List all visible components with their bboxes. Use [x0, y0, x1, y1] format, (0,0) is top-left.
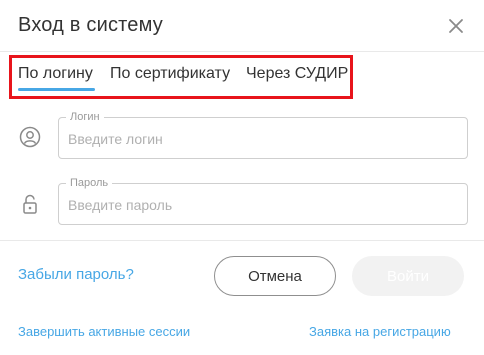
password-field: Пароль — [58, 176, 468, 225]
login-field: Логин — [58, 110, 468, 159]
dialog-header: Вход в систему — [0, 0, 484, 52]
password-input[interactable] — [68, 196, 448, 214]
password-label: Пароль — [66, 176, 113, 190]
close-button[interactable] — [441, 11, 471, 41]
user-icon — [19, 126, 41, 148]
login-button[interactable]: Войти — [352, 256, 464, 296]
active-tab-underline — [18, 88, 95, 91]
forgot-password-link[interactable]: Забыли пароль? — [18, 266, 134, 283]
cancel-button[interactable]: Отмена — [214, 256, 336, 296]
actions-divider — [0, 240, 484, 241]
end-active-sessions-link[interactable]: Завершить активные сессии — [18, 324, 190, 339]
tab-by-certificate[interactable]: По сертификату — [110, 65, 230, 83]
tab-by-login[interactable]: По логину — [18, 65, 93, 83]
lock-icon — [19, 193, 41, 215]
registration-request-link[interactable]: Заявка на регистрацию — [309, 324, 451, 339]
login-label: Логин — [66, 110, 104, 124]
dialog-title: Вход в систему — [18, 14, 163, 36]
close-icon — [449, 19, 463, 33]
tab-via-sudir[interactable]: Через СУДИР — [246, 65, 348, 83]
login-input[interactable] — [68, 130, 448, 148]
